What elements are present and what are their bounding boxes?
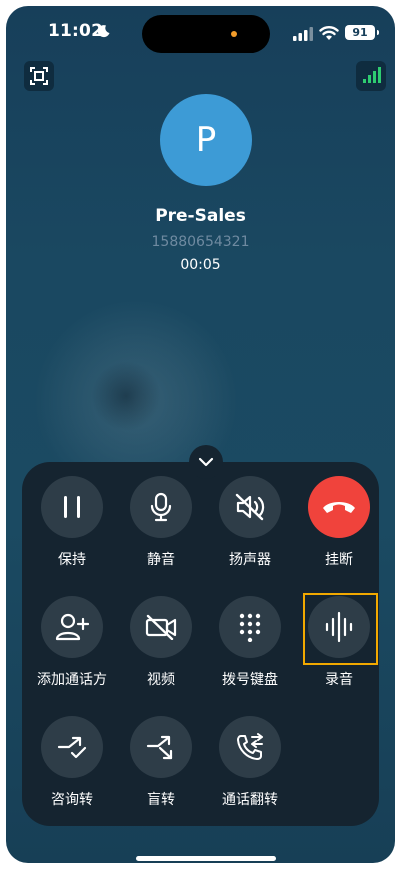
home-indicator[interactable]	[136, 856, 276, 861]
call-screen: 11:02 91 P Pre-Sales 15880654321 00:05 保…	[6, 6, 395, 863]
dialpad-icon	[239, 613, 261, 642]
consult-transfer-button[interactable]: 咨询转	[32, 716, 112, 809]
dialpad-label: 拨号键盘	[222, 672, 278, 688]
moon-icon	[97, 25, 110, 38]
speaker-label: 扬声器	[229, 552, 271, 568]
video-label: 视频	[147, 672, 175, 688]
microphone-icon	[150, 492, 172, 522]
caller-name: Pre-Sales	[155, 206, 246, 226]
pause-icon	[64, 496, 80, 518]
hang-up-icon	[323, 502, 355, 513]
call-flip-button[interactable]: 通话翻转	[210, 716, 290, 809]
call-flip-icon	[237, 733, 263, 760]
camera-dot	[231, 31, 237, 37]
video-circle	[130, 596, 192, 658]
collapse-panel-button[interactable]	[189, 445, 223, 479]
blind-transfer-label: 盲转	[147, 792, 175, 808]
wifi-icon	[319, 26, 339, 40]
consult-transfer-label: 咨询转	[51, 792, 93, 808]
hold-label: 保持	[58, 552, 86, 568]
speaker-circle	[219, 476, 281, 538]
dialpad-button[interactable]: 拨号键盘	[210, 596, 290, 689]
hang-up-button[interactable]: 挂断	[299, 476, 379, 569]
hang-up-circle	[308, 476, 370, 538]
mute-circle	[130, 476, 192, 538]
hang-up-label: 挂断	[325, 552, 353, 568]
background-blur-center	[91, 361, 161, 431]
hold-circle	[41, 476, 103, 538]
add-person-icon	[55, 613, 89, 641]
status-time: 11:02	[48, 21, 104, 41]
blind-transfer-button[interactable]: 盲转	[121, 716, 201, 809]
chevron-down-icon	[198, 457, 214, 467]
blind-transfer-icon	[146, 735, 173, 760]
record-highlight-box	[303, 593, 378, 665]
cellular-signal-icon	[293, 27, 313, 41]
dialpad-circle	[219, 596, 281, 658]
blind-transfer-circle	[130, 716, 192, 778]
signal-quality-icon	[363, 67, 381, 83]
call-flip-label: 通话翻转	[222, 792, 278, 808]
call-flip-circle	[219, 716, 281, 778]
call-quality-button[interactable]	[356, 61, 386, 91]
scan-frame-icon	[30, 67, 48, 85]
video-off-icon	[145, 614, 177, 640]
mute-button[interactable]: 静音	[121, 476, 201, 569]
caller-number: 15880654321	[151, 234, 250, 250]
call-duration: 00:05	[180, 257, 221, 273]
video-button[interactable]: 视频	[121, 596, 201, 689]
speaker-button[interactable]: 扬声器	[210, 476, 290, 569]
hold-button[interactable]: 保持	[32, 476, 112, 569]
add-participant-button[interactable]: 添加通话方	[32, 596, 112, 689]
add-participant-label: 添加通话方	[37, 672, 107, 688]
speaker-muted-icon	[235, 493, 265, 521]
add-participant-circle	[41, 596, 103, 658]
caller-avatar: P	[160, 94, 252, 186]
record-label: 录音	[325, 672, 353, 688]
mute-label: 静音	[147, 552, 175, 568]
battery-indicator: 91	[345, 25, 379, 40]
consult-transfer-icon	[57, 736, 87, 759]
dynamic-island	[142, 15, 270, 53]
minimize-button[interactable]	[24, 61, 54, 91]
status-bar: 11:02 91	[6, 6, 395, 60]
consult-transfer-circle	[41, 716, 103, 778]
